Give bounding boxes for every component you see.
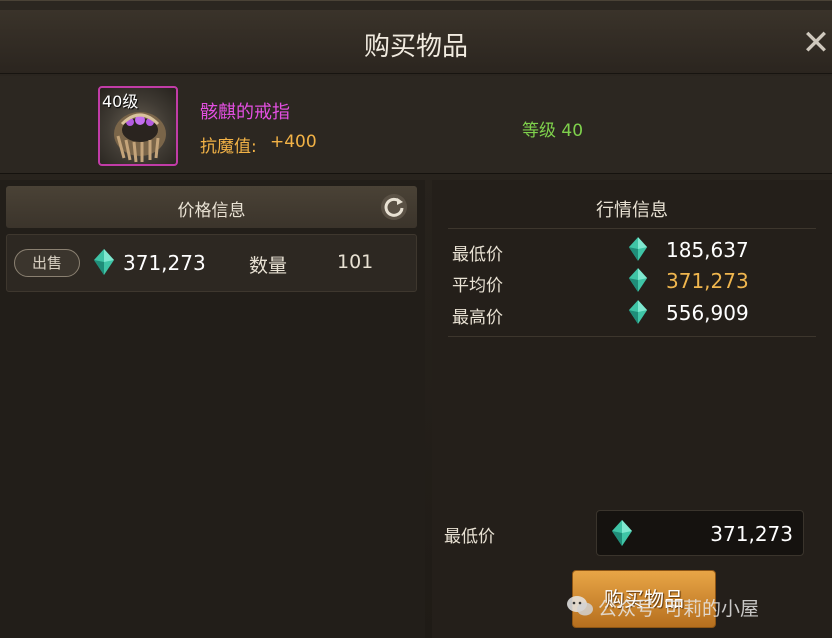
market-info-title: 行情信息 — [596, 200, 668, 221]
gem-icon — [612, 520, 632, 546]
market-min-label: 最低价 — [452, 245, 503, 265]
refresh-icon[interactable] — [379, 192, 409, 222]
gem-icon — [628, 237, 648, 261]
item-info-row: 40级 — [0, 76, 832, 174]
gem-icon — [628, 268, 648, 292]
min-price-label: 最低价 — [444, 527, 495, 547]
min-price-field[interactable]: 371,273 — [596, 510, 804, 556]
listing-row[interactable]: 出售 371,273 数量 101 — [6, 234, 417, 292]
wechat-icon — [567, 596, 593, 616]
market-avg-value: 371,273 — [666, 269, 749, 293]
divider — [448, 228, 816, 229]
divider — [448, 336, 816, 337]
market-max-label: 最高价 — [452, 308, 503, 328]
market-row-max: 最高价 556,909 — [452, 299, 812, 329]
watermark-text-b: 可莉的小屋 — [664, 598, 760, 620]
price-info-title: 价格信息 — [177, 201, 246, 221]
quantity-value: 101 — [337, 251, 374, 273]
sell-tag: 出售 — [14, 249, 80, 277]
item-name: 骸麒的戒指 — [200, 102, 290, 123]
listing-price: 371,273 — [123, 251, 206, 275]
title-bar: 购买物品 ✕ — [0, 10, 832, 74]
item-level-badge: 40级 — [102, 92, 139, 111]
gem-icon — [94, 249, 114, 275]
item-slot[interactable]: 40级 — [98, 86, 178, 166]
min-price-value: 371,273 — [710, 522, 793, 546]
item-grade: 等级 40 — [522, 121, 584, 141]
item-stat-value: +400 — [270, 132, 317, 152]
gem-icon — [628, 300, 648, 324]
market-avg-label: 平均价 — [452, 276, 503, 296]
market-row-min: 最低价 185,637 — [452, 236, 812, 266]
market-min-value: 185,637 — [666, 238, 749, 262]
watermark-text-a: 公众号 — [598, 598, 656, 620]
dialog-title: 购买物品 — [363, 32, 468, 62]
price-info-header: 价格信息 — [6, 186, 417, 228]
item-stat-label: 抗魔值: — [200, 137, 257, 157]
market-row-avg: 平均价 371,273 — [452, 267, 812, 297]
close-icon[interactable]: ✕ — [800, 26, 832, 60]
market-max-value: 556,909 — [666, 301, 749, 325]
quantity-label: 数量 — [249, 255, 288, 277]
